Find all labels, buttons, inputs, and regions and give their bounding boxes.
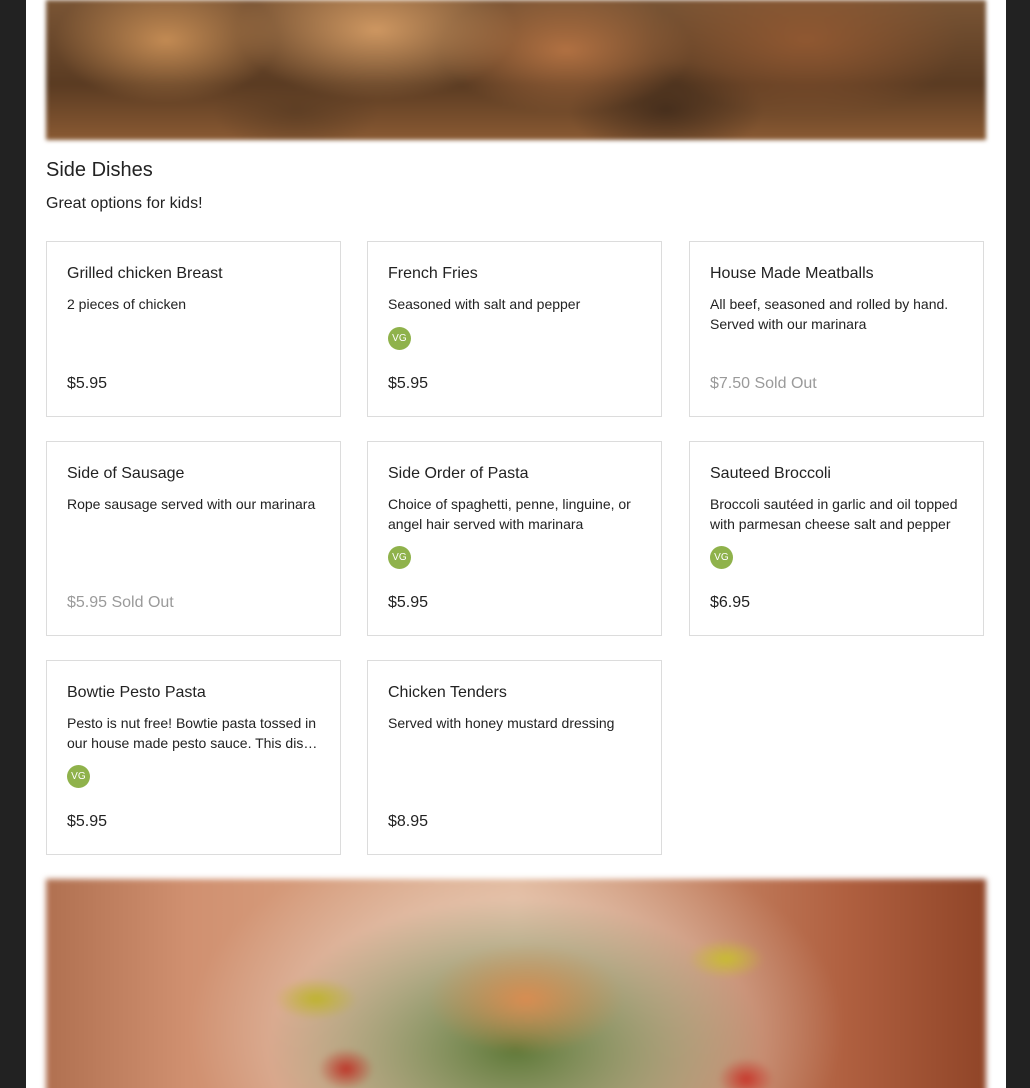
menu-item-price-sold-out: $7.50 Sold Out [710,375,817,392]
section-header-image [46,0,986,140]
menu-item-card[interactable]: Side Order of Pasta Choice of spaghetti,… [367,441,662,636]
menu-item-card[interactable]: Grilled chicken Breast 2 pieces of chick… [46,241,341,417]
menu-item-name: Bowtie Pesto Pasta [67,684,206,701]
menu-item-name: Chicken Tenders [388,684,507,701]
vegetarian-icon: VG [67,765,90,788]
menu-item-card[interactable]: House Made Meatballs All beef, seasoned … [689,241,984,417]
menu-item-description: Seasoned with salt and pepper [388,296,581,312]
menu-item-price: $5.95 [67,375,108,392]
menu-item-price: $5.95 [388,594,429,611]
menu-item-name: Grilled chicken Breast [67,265,223,282]
menu-item-description: Pesto is nut free! Bowtie pasta tossed i… [67,715,317,751]
menu-item-description: All beef, seasoned and rolled by hand. S… [710,296,949,332]
menu-item-description: Broccoli sautéed in garlic and oil toppe… [710,496,958,532]
menu-item-card[interactable]: French Fries Seasoned with salt and pepp… [367,241,662,417]
menu-item-card[interactable]: Sauteed Broccoli Broccoli sautéed in gar… [689,441,984,636]
menu-page: Side Dishes Great options for kids! Gril… [26,0,1006,1088]
menu-item-price: $6.95 [710,594,751,611]
menu-item-description: Rope sausage served with our marinara [67,496,316,512]
menu-item-name: French Fries [388,265,478,282]
menu-item-card[interactable]: Chicken Tenders Served with honey mustar… [367,660,662,855]
menu-item-description: Served with honey mustard dressing [388,715,615,731]
menu-item-price: $8.95 [388,813,429,830]
vegetarian-icon: VG [388,546,411,569]
section-subtitle: Great options for kids! [46,195,203,212]
menu-item-description: 2 pieces of chicken [67,296,187,312]
section-title: Side Dishes [46,159,153,181]
menu-item-name: Side Order of Pasta [388,465,529,482]
menu-item-name: House Made Meatballs [710,265,874,282]
menu-item-price: $5.95 [67,813,108,830]
menu-item-name: Side of Sausage [67,465,185,482]
menu-item-description: Choice of spaghetti, penne, linguine, or… [388,496,631,532]
menu-item-name: Sauteed Broccoli [710,465,831,482]
next-section-header-image [46,879,986,1088]
vegetarian-icon: VG [388,327,411,350]
menu-item-price: $5.95 [388,375,429,392]
menu-item-card[interactable]: Side of Sausage Rope sausage served with… [46,441,341,636]
menu-item-card[interactable]: Bowtie Pesto Pasta Pesto is nut free! Bo… [46,660,341,855]
vegetarian-icon: VG [710,546,733,569]
menu-item-price-sold-out: $5.95 Sold Out [67,594,174,611]
